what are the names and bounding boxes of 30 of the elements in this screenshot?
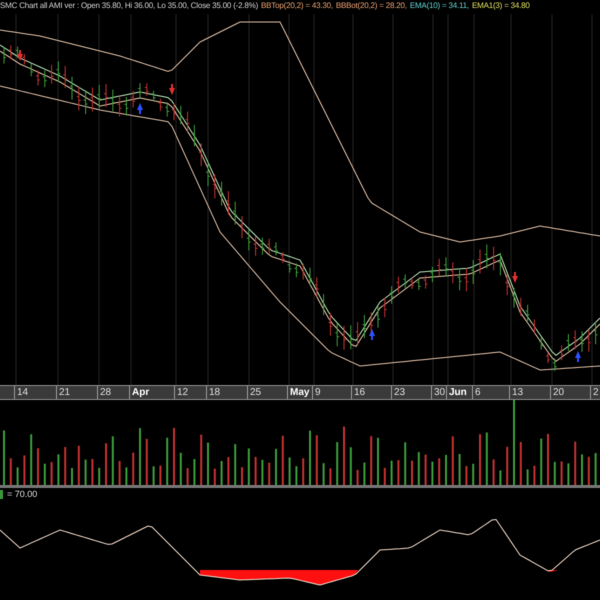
up-arrow-icon: [369, 329, 375, 340]
axis-label: Apr: [129, 386, 150, 399]
axis-label: May: [287, 386, 310, 399]
oscillator-label: = 70.00: [7, 489, 38, 500]
axis-label: 2: [590, 386, 599, 399]
down-arrow-icon: [169, 84, 175, 95]
chart-title: SMC Chart all AMI ver : Open 35.80, Hi 36.00, Lo 35.00, Close 35.00 (-2.8%): [0, 0, 258, 12]
indicator-swatch: [0, 490, 3, 499]
axis-label: 13: [509, 386, 524, 399]
legend-item: EMA(10) = 34.11,: [410, 0, 469, 12]
axis-label: 25: [247, 386, 262, 399]
axis-label: 6: [472, 386, 481, 399]
axis-label: 18: [206, 386, 220, 399]
axis-label: 28: [97, 386, 112, 399]
up-arrow-icon: [137, 103, 143, 114]
axis-label: 12: [174, 386, 188, 399]
axis-label: 9: [312, 386, 321, 399]
up-arrow-icon: [575, 351, 581, 362]
legend-item: EMA1(3) = 34.80: [472, 0, 530, 12]
axis-label: 16: [351, 386, 366, 399]
axis-label: 14: [14, 386, 28, 399]
legend-item: BBTop(20,2) = 43.30,: [261, 0, 333, 12]
axis-label: 30: [431, 386, 446, 399]
legend-item: BBBot(20,2) = 28.20,: [336, 0, 407, 12]
down-arrow-icon: [17, 50, 23, 61]
axis-label: 23: [391, 386, 406, 399]
axis-label: Jun: [446, 386, 467, 399]
axis-label: 21: [56, 386, 70, 399]
down-arrow-icon: [512, 272, 518, 283]
axis-label: 20: [550, 386, 564, 399]
